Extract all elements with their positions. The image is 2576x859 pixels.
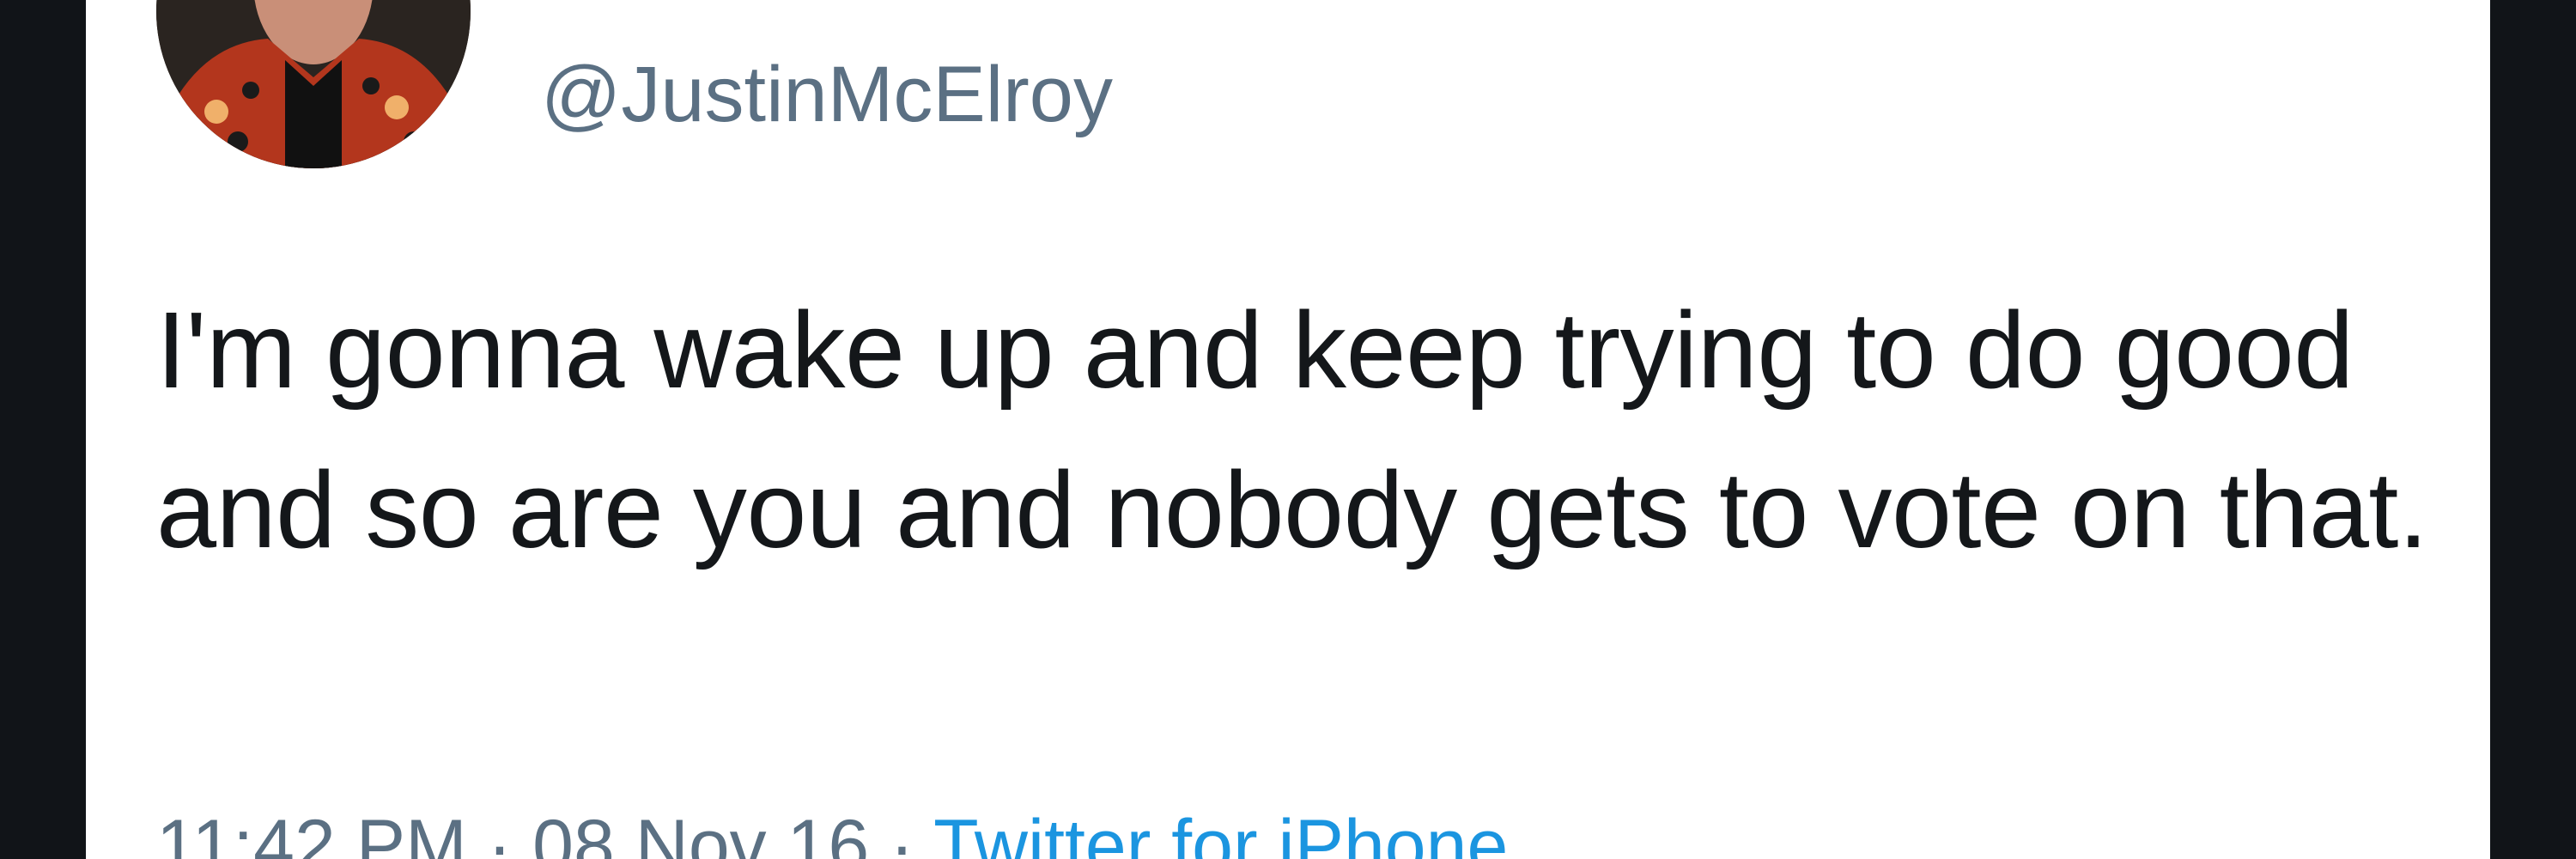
tweet-card: @JustinMcElroy I'm gonna wake up and kee… [86,0,2490,859]
profile-photo-icon [156,0,471,168]
tweet-date[interactable]: 08 Nov 16 [532,805,869,859]
user-handle[interactable]: @JustinMcElroy [541,47,1113,142]
frame-right [2490,0,2576,859]
avatar[interactable] [156,0,471,168]
frame-left [0,0,86,859]
tweet-source-link[interactable]: Twitter for iPhone [933,805,1508,859]
meta-separator: · [466,805,533,859]
tweet-time[interactable]: 11:42 PM [156,805,467,859]
tweet-meta: 11:42 PM · 08 Nov 16 · Twitter for iPhon… [156,799,1508,859]
tweet-text: I'm gonna wake up and keep trying to do … [156,289,2428,570]
meta-separator: · [869,805,934,859]
